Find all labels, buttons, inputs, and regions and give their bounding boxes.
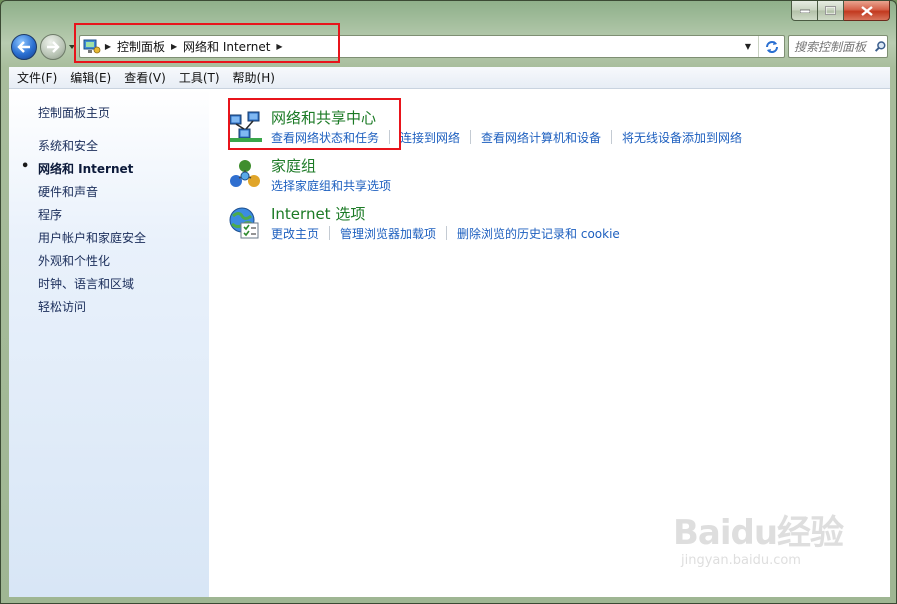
arrow-right-icon — [47, 41, 60, 53]
category-internet-options: Internet 选项 更改主页 管理浏览器加载项 删除浏览的历史记录和 coo… — [227, 203, 687, 247]
close-button[interactable] — [844, 1, 890, 21]
search-input[interactable] — [794, 39, 872, 54]
sidebar-item-network-internet[interactable]: 网络和 Internet — [21, 159, 146, 183]
change-home-page-link[interactable]: 更改主页 — [271, 225, 327, 242]
link-separator — [611, 130, 613, 144]
address-history-dropdown[interactable]: ▼ — [740, 36, 756, 57]
sidebar-item-clock-region[interactable]: 时钟、语言和区域 — [38, 275, 146, 298]
menu-bar: 文件(F) 编辑(E) 查看(V) 工具(T) 帮助(H) — [9, 67, 890, 89]
menu-edit[interactable]: 编辑(E) — [65, 68, 116, 88]
sidebar-item-hardware-sound[interactable]: 硬件和声音 — [38, 183, 146, 206]
link-separator — [329, 226, 331, 240]
sidebar-item-ease-of-access[interactable]: 轻松访问 — [38, 298, 146, 321]
view-network-computers-link[interactable]: 查看网络计算机和设备 — [481, 129, 609, 146]
refresh-icon — [765, 40, 778, 53]
navigation-bar: ▶ 控制面板 ▶ 网络和 Internet ▶ ▼ — [9, 31, 890, 61]
homegroup-title[interactable]: 家庭组 — [271, 155, 316, 176]
internet-options-icon — [229, 207, 259, 239]
category-network-sharing-center: 网络和共享中心 查看网络状态和任务 连接到网络 查看网络计算机和设备 将无线设备… — [227, 107, 767, 151]
manage-addons-link[interactable]: 管理浏览器加载项 — [340, 225, 444, 242]
internet-options-links: 更改主页 管理浏览器加载项 删除浏览的历史记录和 cookie — [271, 225, 628, 242]
category-homegroup: 家庭组 选择家庭组和共享选项 — [227, 155, 527, 199]
close-icon — [860, 5, 873, 16]
breadcrumb-separator[interactable]: ▶ — [167, 42, 181, 51]
caption-buttons — [791, 1, 890, 21]
back-button[interactable] — [11, 34, 37, 60]
breadcrumb-network-internet[interactable]: 网络和 Internet — [181, 38, 272, 55]
search-box[interactable] — [788, 35, 888, 58]
baidu-watermark: Baidu经验 jingyan.baidu.com — [673, 505, 844, 575]
menu-file[interactable]: 文件(F) — [12, 68, 62, 88]
view-network-status-link[interactable]: 查看网络状态和任务 — [271, 129, 387, 146]
add-wireless-device-link[interactable]: 将无线设备添加到网络 — [622, 129, 750, 146]
homegroup-sharing-options-link[interactable]: 选择家庭组和共享选项 — [271, 177, 399, 194]
maximize-icon — [825, 6, 836, 15]
sidebar-item-appearance[interactable]: 外观和个性化 — [38, 252, 146, 275]
network-sharing-center-title[interactable]: 网络和共享中心 — [271, 107, 376, 128]
watermark-site: jingyan.baidu.com — [681, 553, 801, 568]
minimize-icon — [799, 9, 810, 13]
menu-help[interactable]: 帮助(H) — [228, 68, 280, 88]
breadcrumb-separator[interactable]: ▶ — [272, 42, 286, 51]
link-separator — [389, 130, 391, 144]
control-panel-icon — [83, 39, 101, 53]
delete-browsing-history-link[interactable]: 删除浏览的历史记录和 cookie — [457, 225, 628, 242]
search-icon[interactable] — [874, 39, 887, 55]
breadcrumb-separator[interactable]: ▶ — [101, 42, 115, 51]
menu-view[interactable]: 查看(V) — [119, 68, 171, 88]
main-panel: 网络和共享中心 查看网络状态和任务 连接到网络 查看网络计算机和设备 将无线设备… — [209, 89, 890, 597]
address-bar[interactable]: ▶ 控制面板 ▶ 网络和 Internet ▶ ▼ — [79, 35, 785, 58]
minimize-button[interactable] — [791, 1, 818, 21]
link-separator — [470, 130, 472, 144]
arrow-left-icon — [17, 41, 30, 53]
menu-tools[interactable]: 工具(T) — [174, 68, 225, 88]
network-sharing-center-icon — [228, 111, 262, 142]
sidebar-item-user-accounts[interactable]: 用户帐户和家庭安全 — [38, 229, 146, 252]
refresh-button[interactable] — [758, 36, 784, 57]
forward-button[interactable] — [40, 34, 66, 60]
sidebar-category-list: 系统和安全 网络和 Internet 硬件和声音 程序 用户帐户和家庭安全 外观… — [21, 137, 146, 321]
sidebar-item-system-security[interactable]: 系统和安全 — [38, 137, 146, 160]
homegroup-links: 选择家庭组和共享选项 — [271, 177, 399, 194]
network-sharing-center-links: 查看网络状态和任务 连接到网络 查看网络计算机和设备 将无线设备添加到网络 — [271, 129, 750, 146]
homegroup-icon — [230, 160, 260, 187]
content-area: 控制面板主页 系统和安全 网络和 Internet 硬件和声音 程序 用户帐户和… — [9, 89, 890, 597]
recent-pages-dropdown[interactable] — [68, 43, 76, 51]
watermark-brand: Baidu经验 — [673, 513, 844, 553]
sidebar: 控制面板主页 系统和安全 网络和 Internet 硬件和声音 程序 用户帐户和… — [9, 89, 209, 597]
connect-to-network-link[interactable]: 连接到网络 — [400, 129, 468, 146]
maximize-button[interactable] — [818, 1, 844, 21]
link-separator — [446, 226, 448, 240]
breadcrumb-control-panel[interactable]: 控制面板 — [115, 38, 167, 55]
control-panel-home-link[interactable]: 控制面板主页 — [38, 104, 110, 121]
window-frame: ▶ 控制面板 ▶ 网络和 Internet ▶ ▼ 文件 — [0, 0, 897, 604]
internet-options-title[interactable]: Internet 选项 — [271, 203, 365, 224]
sidebar-item-programs[interactable]: 程序 — [38, 206, 146, 229]
